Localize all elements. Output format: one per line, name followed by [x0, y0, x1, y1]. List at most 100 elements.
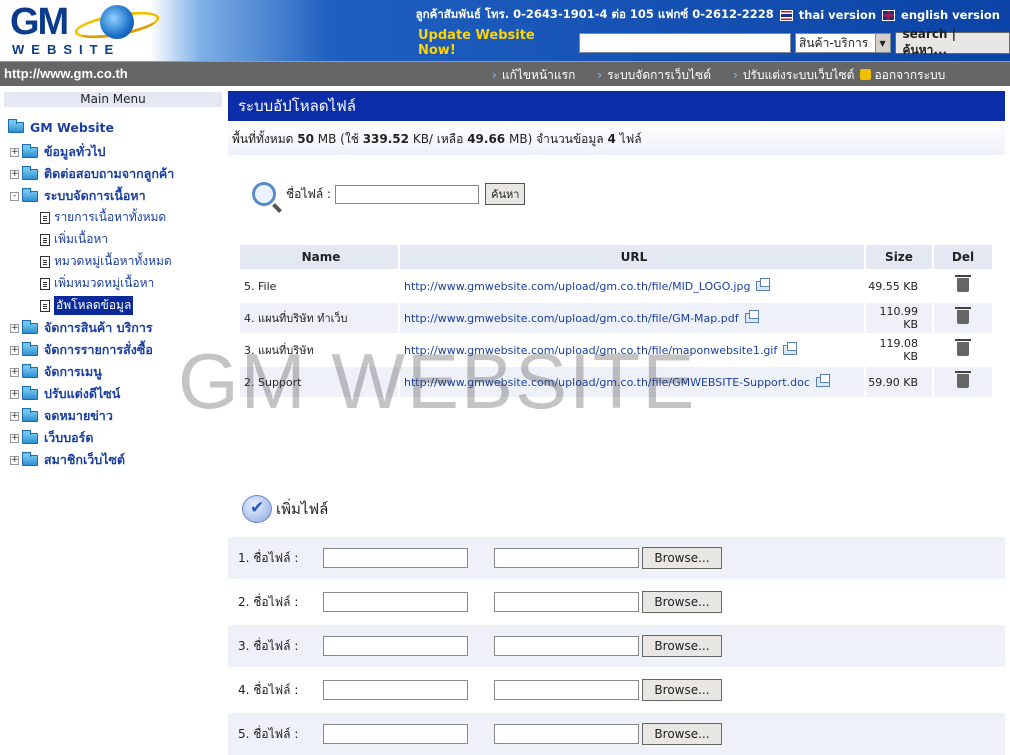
table-row: 2. Support http://www.gmwebsite.com/uplo… [240, 367, 992, 397]
expand-icon[interactable]: + [10, 345, 19, 355]
category-select[interactable]: สินค้า-บริการ ▼ [795, 33, 891, 53]
file-url-link[interactable]: http://www.gmwebsite.com/upload/gm.co.th… [404, 376, 810, 389]
quota-file-count: 4 [607, 132, 616, 146]
upload-file-path[interactable] [494, 548, 639, 568]
folder-open-icon [8, 119, 24, 133]
upload-name-input[interactable] [323, 548, 468, 568]
find-button[interactable]: ค้นหา [485, 183, 526, 205]
folder-icon [22, 165, 38, 180]
filename-search-input[interactable] [335, 184, 480, 204]
document-icon [40, 299, 50, 312]
nav-site-settings[interactable]: › ปรับแต่งระบบเว็บไซต์ [733, 66, 854, 85]
update-website-link[interactable]: Update Website Now! [418, 28, 573, 58]
sidebar-subitem-all-categories[interactable]: หมวดหมู่เนื้อหาทั้งหมด [40, 252, 172, 271]
nav-edit-homepage[interactable]: › แก้ไขหน้าแรก [492, 66, 575, 85]
tree-root[interactable]: GM Website [8, 119, 114, 135]
browse-button[interactable]: Browse... [642, 547, 722, 569]
file-size: 59.90 KB [866, 367, 932, 397]
trash-icon[interactable] [955, 338, 971, 356]
subitem-label: เพิ่มหมวดหมู่เนื้อหา [54, 276, 155, 290]
sidebar-item-label: ข้อมูลทั่วไป [44, 144, 106, 159]
sidebar-item-newsletter[interactable]: + จดหมายข่าว [10, 406, 113, 426]
sidebar-item-customer-contact[interactable]: + ติดต่อสอบถามจากลูกค้า [10, 164, 174, 184]
sidebar-item-menus[interactable]: + จัดการเมนู [10, 362, 102, 382]
upload-row: 1. ชื่อไฟล์ : Browse... [228, 537, 1005, 579]
sidebar-subitem-upload[interactable]: อัพโหลดข้อมูล [40, 296, 134, 315]
expand-icon[interactable]: + [10, 147, 19, 157]
table-header-row: Name URL Size Del [240, 245, 992, 269]
upload-label: 4. ชื่อไฟล์ : [238, 682, 299, 697]
upload-file-path[interactable] [494, 592, 639, 612]
document-icon [40, 233, 50, 246]
browse-button[interactable]: Browse... [642, 635, 722, 657]
folder-icon [22, 341, 38, 356]
expand-icon[interactable]: + [10, 389, 19, 399]
folder-icon [22, 429, 38, 444]
file-url-cell: http://www.gmwebsite.com/upload/gm.co.th… [400, 335, 864, 365]
sidebar-item-webboard[interactable]: + เว็บบอร์ด [10, 428, 94, 448]
sidebar-subitem-add-content[interactable]: เพิ่มเนื้อหา [40, 230, 108, 249]
upload-name-input[interactable] [323, 592, 468, 612]
main-content: ระบบอัปโหลดไฟล์ พื้นที่ทั้งหมด 50 MB (ใช… [228, 86, 1010, 755]
subitem-label: เพิ่มเนื้อหา [54, 232, 109, 246]
file-name: 4. แผนที่บริษัท ทำเว็บ [240, 303, 398, 333]
logo-subtext: WEBSITE [12, 42, 121, 57]
expand-icon[interactable]: + [10, 433, 19, 443]
upload-row: 5. ชื่อไฟล์ : Browse... [228, 713, 1005, 755]
browse-button[interactable]: Browse... [642, 723, 722, 745]
table-row: 4. แผนที่บริษัท ทำเว็บ http://www.gmwebs… [240, 303, 992, 333]
file-size: 49.55 KB [866, 271, 932, 301]
upload-name-input[interactable] [323, 724, 468, 744]
file-url-link[interactable]: http://www.gmwebsite.com/upload/gm.co.th… [404, 344, 777, 357]
document-icon [40, 255, 50, 268]
trash-icon[interactable] [955, 306, 971, 324]
file-url-link[interactable]: http://www.gmwebsite.com/upload/gm.co.th… [404, 280, 750, 293]
uk-flag-icon[interactable] [882, 9, 896, 21]
site-logo[interactable]: GM WEBSITE [8, 2, 162, 58]
sidebar-item-members[interactable]: + สมาชิกเว็บไซต์ [10, 450, 125, 470]
chevron-right-icon: › [492, 68, 497, 82]
expand-icon[interactable]: + [10, 367, 19, 377]
copy-icon[interactable] [744, 309, 759, 323]
folder-icon [22, 363, 38, 378]
expand-icon[interactable]: + [10, 323, 19, 333]
chevron-down-icon[interactable]: ▼ [874, 34, 890, 52]
browse-button[interactable]: Browse... [642, 679, 722, 701]
file-url-link[interactable]: http://www.gmwebsite.com/upload/gm.co.th… [404, 312, 739, 325]
upload-file-path[interactable] [494, 636, 639, 656]
trash-icon[interactable] [955, 370, 971, 388]
english-version-link[interactable]: english version [901, 8, 1000, 22]
upload-file-path[interactable] [494, 680, 639, 700]
sidebar-item-orders[interactable]: + จัดการรายการสั่งซื้อ [10, 340, 153, 360]
upload-row: 2. ชื่อไฟล์ : Browse... [228, 581, 1005, 623]
search-button[interactable]: search | ค้นหา... [894, 27, 1010, 57]
copy-icon[interactable] [815, 373, 830, 387]
nav-site-management[interactable]: › ระบบจัดการเว็บไซต์ [597, 66, 711, 85]
thai-version-link[interactable]: thai version [799, 8, 876, 22]
browse-button[interactable]: Browse... [642, 591, 722, 613]
sidebar-item-general-info[interactable]: + ข้อมูลทั่วไป [10, 142, 105, 162]
expand-icon[interactable]: + [10, 455, 19, 465]
storage-quota: พื้นที่ทั้งหมด 50 MB (ใช้ 339.52 KB/ เหล… [228, 121, 1005, 155]
upload-file-path[interactable] [494, 724, 639, 744]
expand-icon[interactable]: + [10, 169, 19, 179]
upload-name-input[interactable] [323, 680, 468, 700]
nav-logout[interactable]: ออกจากระบบ [860, 66, 945, 85]
sidebar-subitem-add-category[interactable]: เพิ่มหมวดหมู่เนื้อหา [40, 274, 154, 293]
thai-flag-icon[interactable] [779, 9, 793, 21]
copy-icon[interactable] [783, 341, 798, 355]
sidebar-item-products[interactable]: + จัดการสินค้า บริการ [10, 318, 153, 338]
expand-icon[interactable]: + [10, 411, 19, 421]
sidebar-item-label: เว็บบอร์ด [44, 430, 94, 445]
contact-bar: ลูกค้าสัมพันธ์ โทร. 0-2643-1901-4 ต่อ 10… [416, 6, 1000, 24]
copy-icon[interactable] [756, 277, 771, 291]
trash-icon[interactable] [955, 274, 971, 292]
sidebar-subitem-all-content[interactable]: รายการเนื้อหาทั้งหมด [40, 208, 166, 227]
upload-name-input[interactable] [323, 636, 468, 656]
sidebar-item-content-management[interactable]: - ระบบจัดการเนื้อหา [10, 186, 146, 206]
file-name: 3. แผนที่บริษัท [240, 335, 398, 365]
search-input[interactable] [578, 33, 792, 53]
quota-unit: KB/ เหลือ [412, 132, 464, 146]
collapse-icon[interactable]: - [10, 191, 19, 201]
sidebar-item-design[interactable]: + ปรับแต่งดีไซน์ [10, 384, 120, 404]
